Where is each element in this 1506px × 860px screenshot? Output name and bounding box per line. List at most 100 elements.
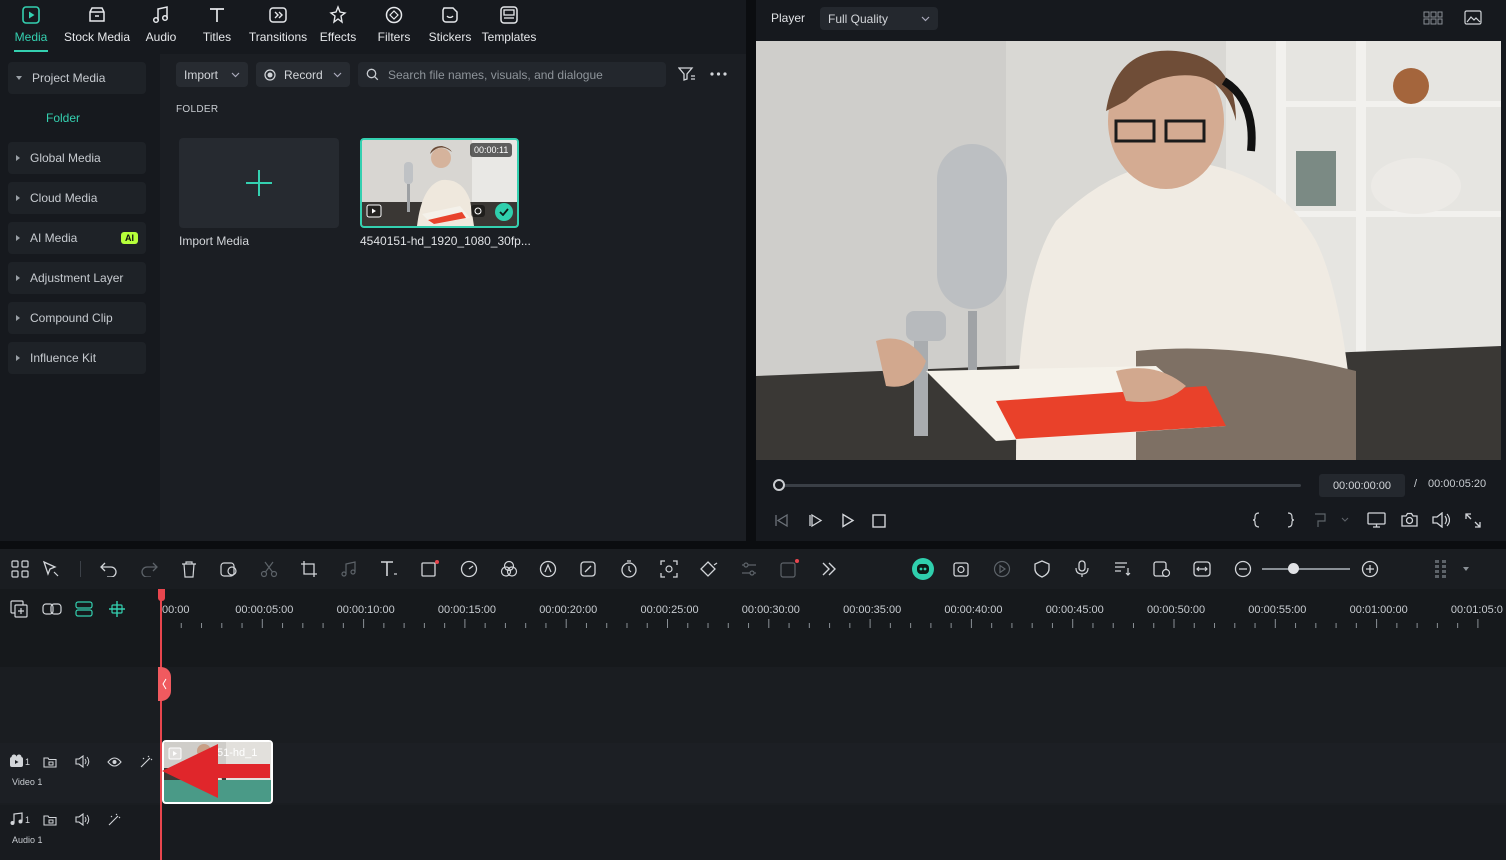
sidebar-item-compound-clip[interactable]: Compound Clip: [8, 302, 146, 334]
track-visibility-eye-icon[interactable]: [107, 757, 122, 767]
ruler-time-label: 00:00:15:00: [437, 604, 497, 616]
playback-render-icon[interactable]: [992, 559, 1012, 579]
playback-progress-handle[interactable]: [773, 479, 785, 491]
audio-mixer-icon[interactable]: [1112, 559, 1132, 579]
marker-icon[interactable]: [1313, 512, 1349, 528]
sidebar-item-global-media[interactable]: Global Media: [8, 142, 146, 174]
redo-icon[interactable]: [139, 559, 159, 579]
color-icon[interactable]: [499, 559, 519, 579]
sidebar-item-project-media[interactable]: Project Media: [8, 62, 146, 94]
picture-icon[interactable]: [1464, 10, 1482, 25]
undo-icon[interactable]: [99, 559, 119, 579]
sidebar-item-ai-media[interactable]: AI Media AI: [8, 222, 146, 254]
tab-effects[interactable]: Effects: [318, 4, 358, 50]
video-frame-image: [756, 41, 1501, 460]
adjust-sliders-icon[interactable]: [739, 559, 759, 579]
tab-stickers[interactable]: Stickers: [428, 4, 472, 50]
folder-heading: FOLDER: [176, 104, 219, 115]
fullscreen-icon[interactable]: [1465, 513, 1481, 528]
volume-icon[interactable]: [1432, 512, 1450, 528]
zoom-slider-track[interactable]: [1262, 568, 1350, 570]
text-tool-icon[interactable]: [379, 559, 399, 579]
import-dropdown[interactable]: Import: [176, 62, 248, 87]
add-track-icon[interactable]: [10, 600, 28, 618]
playhead-line[interactable]: [160, 589, 162, 860]
sidebar-item-influence-kit[interactable]: Influence Kit: [8, 342, 146, 374]
audio-track-icon: [470, 204, 486, 218]
chevron-down-icon[interactable]: [1456, 559, 1476, 579]
track-audio-icon[interactable]: [75, 813, 90, 826]
tab-filters[interactable]: Filters: [376, 4, 412, 50]
filter-sort-icon[interactable]: [678, 66, 696, 82]
collapse-arrow-icon: [16, 155, 20, 161]
ai-cutout-icon[interactable]: [219, 559, 239, 579]
titles-icon: [206, 4, 228, 26]
timeline-grid-icon[interactable]: [1431, 559, 1451, 579]
select-cursor-icon[interactable]: [41, 559, 61, 579]
layout-icon[interactable]: [10, 559, 30, 579]
fit-timeline-icon[interactable]: [1192, 559, 1212, 579]
timer-icon[interactable]: [619, 559, 639, 579]
tab-transitions[interactable]: Transitions: [248, 4, 308, 50]
delete-icon[interactable]: [179, 559, 199, 579]
zoom-out-icon[interactable]: [1233, 559, 1253, 579]
keyframe-icon[interactable]: [699, 559, 719, 579]
sidebar-item-adjustment-layer[interactable]: Adjustment Layer: [8, 262, 146, 294]
ai-assistant-icon[interactable]: [912, 558, 934, 580]
more-options-icon[interactable]: [710, 72, 727, 76]
quality-dropdown[interactable]: Full Quality: [820, 7, 938, 30]
folder-lock-icon[interactable]: [43, 813, 57, 826]
play-icon[interactable]: [841, 513, 855, 528]
video-preview[interactable]: [756, 41, 1501, 460]
tab-audio[interactable]: Audio: [144, 4, 178, 50]
tab-media[interactable]: Media: [14, 4, 48, 50]
total-time-display: 00:00:05:20: [1428, 478, 1487, 490]
snapping-icon[interactable]: [108, 600, 126, 618]
link-clips-icon[interactable]: [42, 602, 62, 616]
shield-icon[interactable]: [1032, 559, 1052, 579]
track-magic-wand-icon[interactable]: [139, 755, 153, 769]
tab-titles[interactable]: Titles: [200, 4, 234, 50]
crop-icon[interactable]: [299, 559, 319, 579]
sidebar-item-cloud-media[interactable]: Cloud Media: [8, 182, 146, 214]
record-dropdown[interactable]: Record: [256, 62, 350, 87]
stop-icon[interactable]: [872, 514, 886, 528]
sidebar-item-folder[interactable]: Folder: [46, 111, 80, 125]
grid-view-icon[interactable]: [1423, 11, 1443, 25]
import-media-tile[interactable]: [179, 138, 339, 228]
current-time-display[interactable]: 00:00:00:00: [1319, 474, 1405, 497]
auto-reframe-icon[interactable]: [659, 559, 679, 579]
more-tools-icon[interactable]: [819, 559, 839, 579]
playhead-top-handle[interactable]: [158, 589, 165, 601]
track-magic-wand-icon[interactable]: [107, 813, 121, 827]
ai-edit-icon[interactable]: [579, 559, 599, 579]
zoom-in-icon[interactable]: [1360, 559, 1380, 579]
shape-tool-icon[interactable]: [420, 559, 440, 579]
ruler-time-label: 00:00:30:00: [741, 604, 800, 616]
tab-templates[interactable]: Templates: [481, 4, 537, 50]
mark-in-icon[interactable]: [1252, 512, 1262, 528]
playhead-drag-handle[interactable]: [158, 667, 171, 701]
mark-out-icon[interactable]: [1285, 512, 1295, 528]
speed-icon[interactable]: [459, 559, 479, 579]
next-frame-icon[interactable]: [807, 513, 823, 528]
collapse-arrow-icon: [16, 275, 20, 281]
ruler-time-label: 00:00:50:00: [1147, 604, 1206, 616]
microphone-icon[interactable]: [1072, 559, 1092, 579]
ai-text-icon[interactable]: [779, 559, 799, 579]
playback-progress-track[interactable]: [779, 484, 1301, 487]
display-monitor-icon[interactable]: [1367, 512, 1386, 528]
ai-audio-icon[interactable]: [539, 559, 559, 579]
tab-stock-media[interactable]: Stock Media: [63, 4, 131, 50]
folder-lock-icon[interactable]: [43, 755, 57, 768]
magnetic-track-icon[interactable]: [75, 601, 93, 617]
audio-stretch-icon[interactable]: [339, 559, 359, 579]
snapshot-clip-icon[interactable]: [1152, 559, 1172, 579]
media-search-input[interactable]: Search file names, visuals, and dialogue: [358, 62, 666, 87]
previous-frame-icon[interactable]: [774, 513, 790, 528]
snapshot-camera-icon[interactable]: [1401, 512, 1418, 527]
split-scissors-icon[interactable]: [259, 559, 279, 579]
render-preview-icon[interactable]: [952, 559, 972, 579]
track-audio-icon[interactable]: [75, 755, 90, 768]
zoom-slider-handle[interactable]: [1287, 563, 1299, 574]
